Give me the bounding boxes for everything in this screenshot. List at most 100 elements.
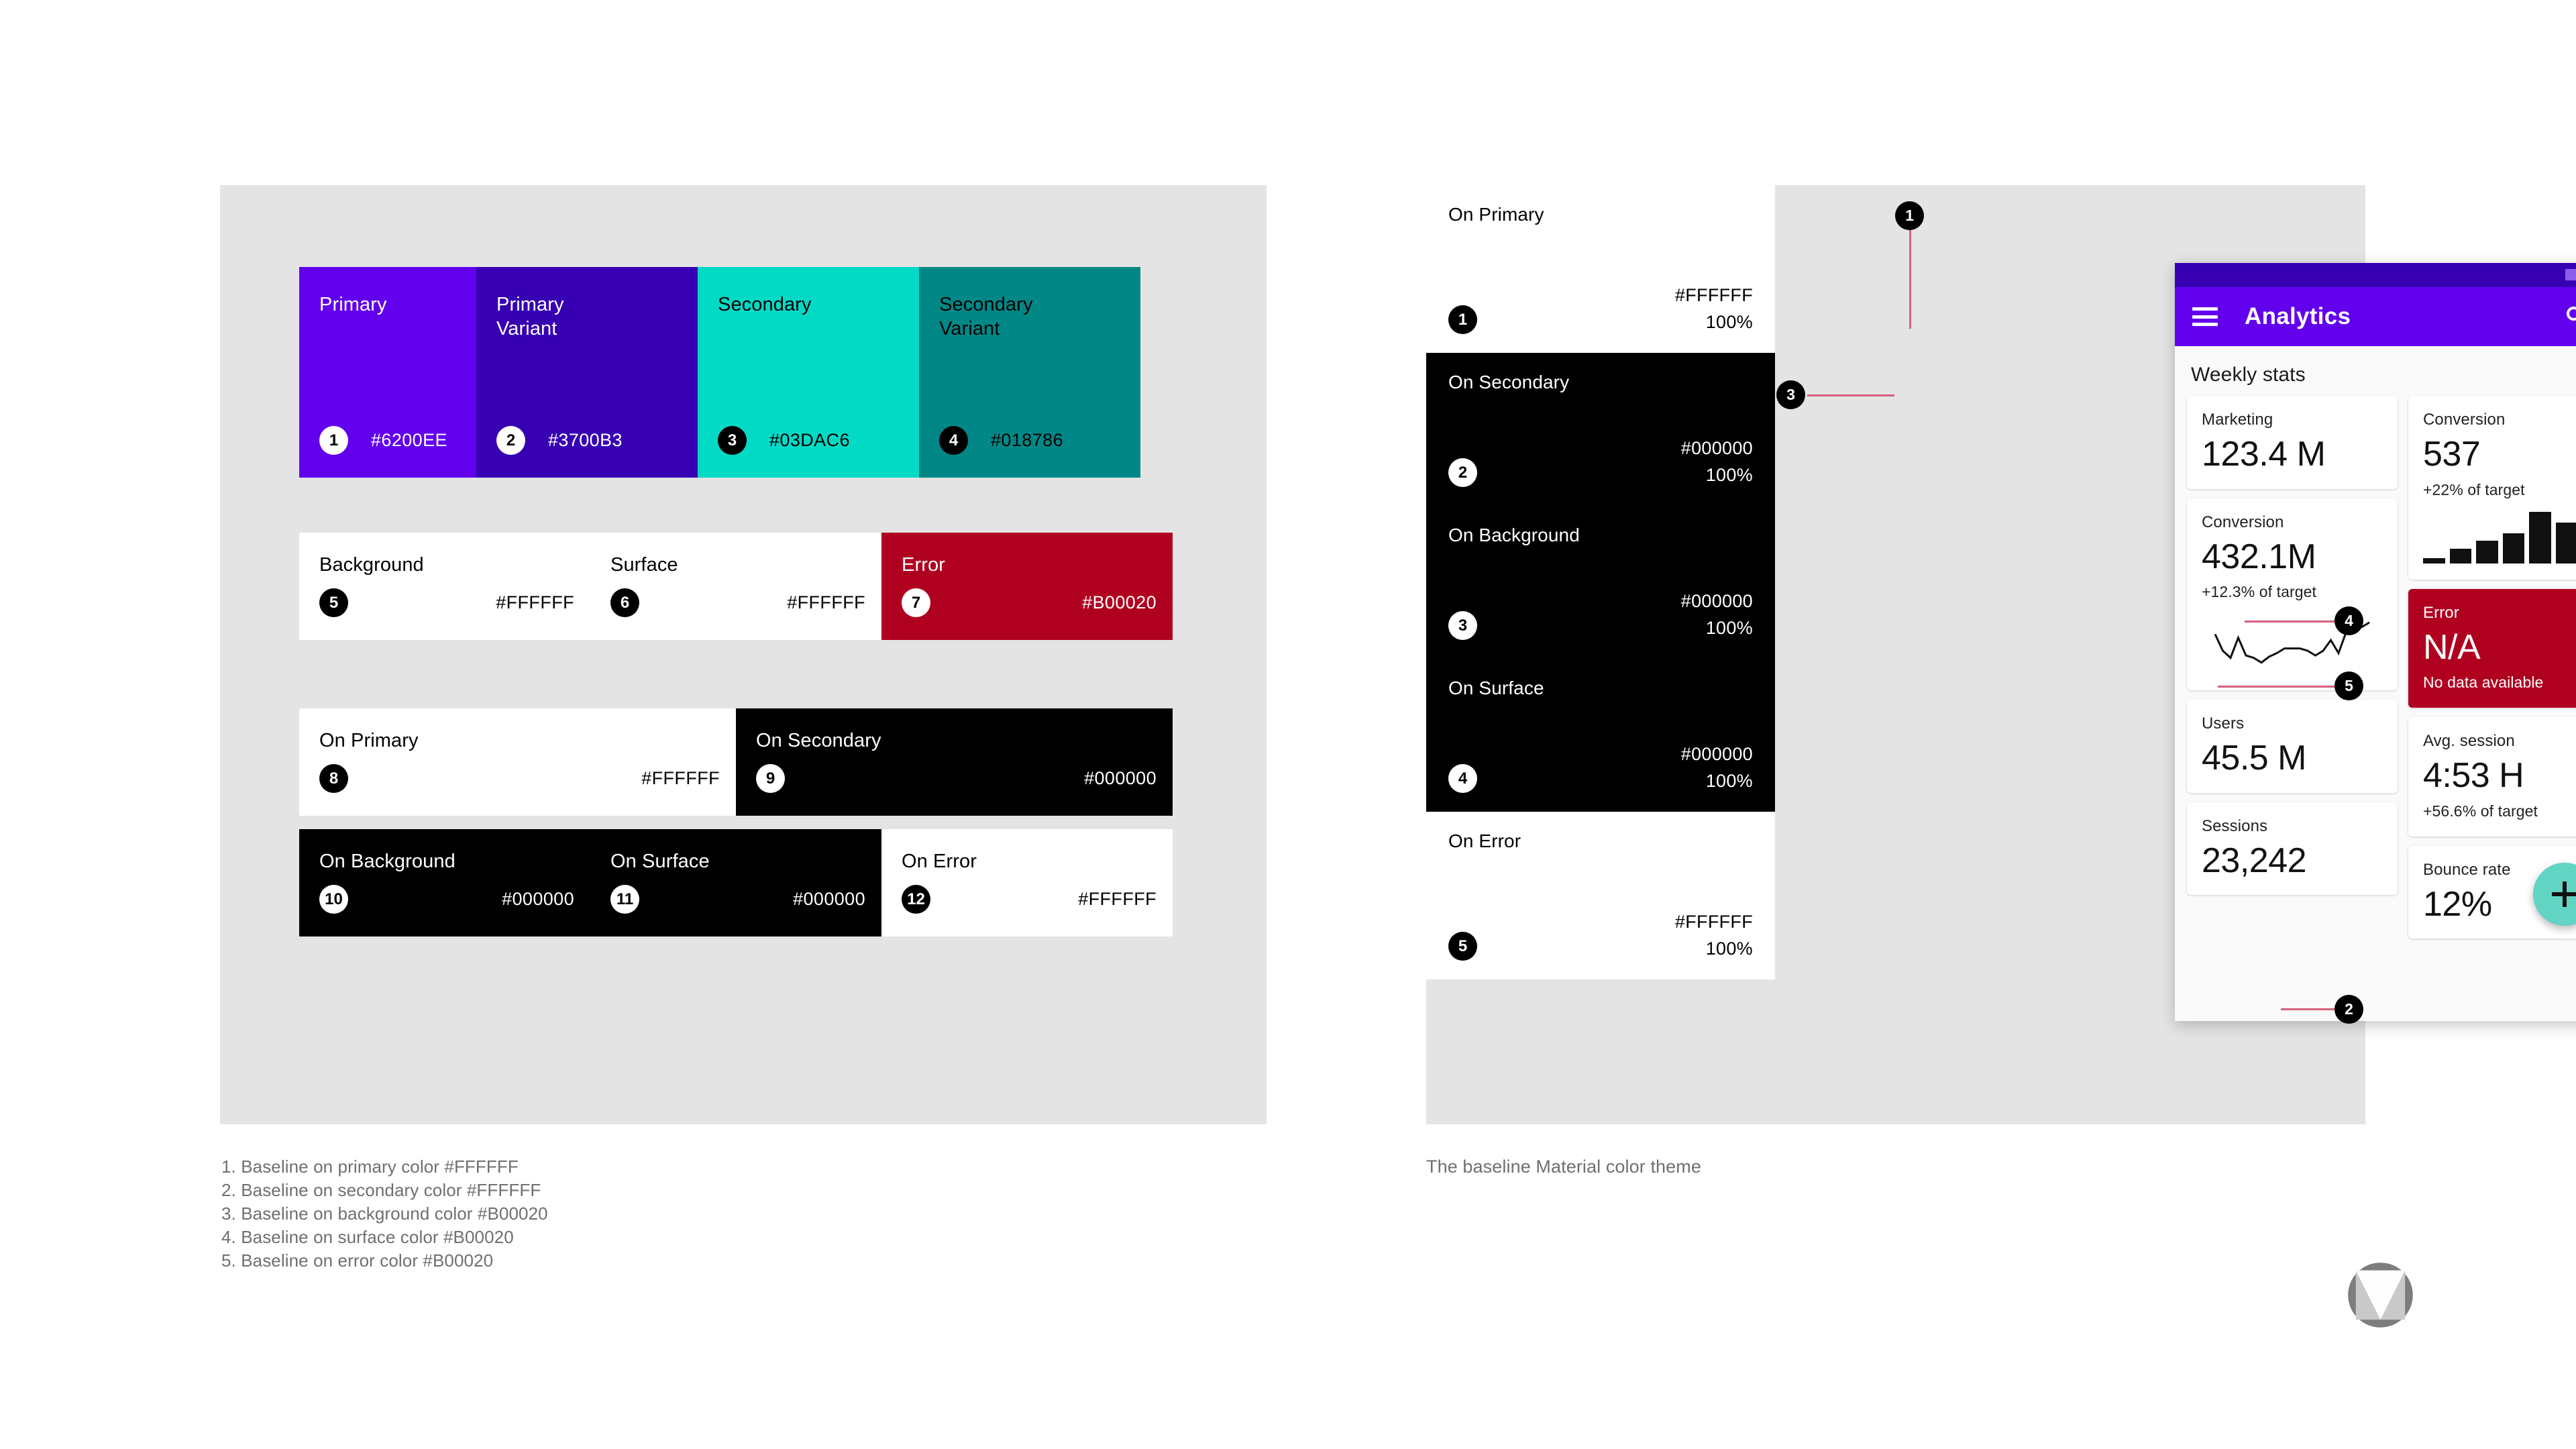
stat-card[interactable]: Conversion 432.1M +12.3% of target xyxy=(2187,498,2398,691)
callout-line-4 xyxy=(2245,621,2344,623)
swatch-hex-value: #6200EE xyxy=(371,430,447,450)
tone-number-wrap: 5 xyxy=(1448,932,1477,961)
callout-dot-4: 4 xyxy=(2334,606,2363,635)
stat-card-label: Conversion xyxy=(2202,513,2284,531)
tone-values: #FFFFFF 100% xyxy=(1675,282,1753,335)
swatch-label: Background xyxy=(319,554,424,576)
swatch-hex-value: #FFFFFF xyxy=(787,592,865,612)
status-bar-icons xyxy=(2565,269,2576,280)
swatch-number-badge: 8 xyxy=(319,764,348,793)
swatch-label: On Background xyxy=(319,851,455,872)
stat-card[interactable]: Marketing 123.4 M xyxy=(2187,396,2398,489)
swatch-footer: 10 #000000 xyxy=(319,885,574,914)
swatch-footer: 11 #000000 xyxy=(610,885,865,914)
stat-card[interactable]: Users 45.5 M xyxy=(2187,700,2398,793)
tone-number-badge: 3 xyxy=(1448,611,1477,640)
stats-card-grid: Marketing 123.4 M Conversion 432.1M +12.3% o… xyxy=(2187,396,2576,939)
tone-values: #000000 100% xyxy=(1681,435,1753,488)
hamburger-icon[interactable] xyxy=(2192,307,2218,326)
swatch-label: Surface xyxy=(610,554,678,576)
color-swatch: Primary 1 #6200EE xyxy=(299,267,476,478)
swatch-label: On Error xyxy=(902,851,977,872)
right-panel-caption: The baseline Material color theme xyxy=(1426,1157,1702,1177)
tone-number-wrap: 2 xyxy=(1448,458,1477,487)
swatch-row-on-color-1: On Primary 8 #FFFFFF On Secondary 9 #000000 xyxy=(299,708,1173,816)
app-bar-title: Analytics xyxy=(2245,303,2351,329)
tone-label: On Error xyxy=(1448,830,1521,851)
swatch-hex-value: #000000 xyxy=(793,889,865,909)
swatch-footer: 2 #3700B3 xyxy=(496,426,682,455)
stat-card-label: Sessions xyxy=(2202,816,2268,835)
swatch-number-badge: 11 xyxy=(610,885,639,914)
tone-opacity-value: 100% xyxy=(1705,938,1753,959)
stats-column-left: Marketing 123.4 M Conversion 432.1M +12.3% o… xyxy=(2187,396,2398,938)
tone-number-wrap: 4 xyxy=(1448,764,1477,793)
color-swatch: Primary Variant 2 #3700B3 xyxy=(476,267,698,478)
swatch-label: Primary Variant xyxy=(496,294,564,339)
tone-column: On Primary #FFFFFF 100% 1 On Secondary #00000… xyxy=(1426,185,1775,1124)
swatch-label: Primary xyxy=(319,294,387,315)
tone-opacity-value: 100% xyxy=(1705,465,1753,485)
bar xyxy=(2449,548,2472,564)
swatch-label: On Primary xyxy=(319,730,419,751)
conversion-bar-chart xyxy=(2423,511,2576,564)
tone-values: #000000 100% xyxy=(1681,741,1753,794)
swatch-row-primary: Primary 1 #6200EE Primary Variant 2 #3700B3 Se… xyxy=(299,267,1140,478)
swatch-footer: 12 #FFFFFF xyxy=(902,885,1157,914)
bar xyxy=(2502,533,2525,564)
tone-swatch: On Surface #000000 100% 4 xyxy=(1426,659,1775,812)
callout-line-5 xyxy=(2218,686,2344,688)
weekly-stats-heading: Weekly stats xyxy=(2191,364,2306,386)
callout-line-3 xyxy=(1807,394,1894,396)
tone-values: #FFFFFF 100% xyxy=(1675,908,1753,962)
color-swatch: Error 7 #B00020 xyxy=(881,533,1173,640)
page-root: Primary 1 #6200EE Primary Variant 2 #3700B3 Se… xyxy=(0,0,2576,1449)
color-swatch: Secondary 3 #03DAC6 xyxy=(698,267,919,478)
bar xyxy=(2476,541,2498,564)
material-theme-panel: On Primary #FFFFFF 100% 1 On Secondary #00000… xyxy=(1426,185,2576,1124)
swatch-number-badge: 6 xyxy=(610,588,639,617)
stat-card-value: 432.1M xyxy=(2202,537,2316,576)
callout-dot-2: 2 xyxy=(2334,995,2363,1024)
stat-card-subtext: +22% of target xyxy=(2423,480,2525,498)
color-swatch: On Secondary 9 #000000 xyxy=(736,708,1173,816)
swatch-hex-value: #FFFFFF xyxy=(496,592,574,612)
tone-opacity-value: 100% xyxy=(1705,771,1753,791)
swatch-number-badge: 3 xyxy=(718,426,747,455)
color-swatch: Background 5 #FFFFFF xyxy=(299,533,590,640)
stat-card-value: 23,242 xyxy=(2202,841,2307,880)
search-button[interactable] xyxy=(2565,305,2576,328)
callout-line-1 xyxy=(1909,221,1911,329)
stat-card-value: 123.4 M xyxy=(2202,435,2326,474)
swatch-hex-value: #03DAC6 xyxy=(769,430,850,450)
stats-column-right: Conversion 537 +22% of target !ErrorN/ANo d… xyxy=(2408,396,2576,939)
swatch-label: On Secondary xyxy=(756,730,881,751)
left-panel-caption: 1. Baseline on primary color #FFFFFF 2. B… xyxy=(221,1155,548,1273)
swatch-hex-value: #B00020 xyxy=(1082,592,1157,612)
color-swatch: On Primary 8 #FFFFFF xyxy=(299,708,736,816)
swatch-footer: 7 #B00020 xyxy=(902,588,1157,617)
stat-card[interactable]: Conversion 537 +22% of target xyxy=(2408,396,2576,580)
tone-opacity-value: 100% xyxy=(1705,312,1753,332)
material-design-logo xyxy=(2348,1263,2413,1328)
stat-card-value: 537 xyxy=(2423,435,2481,474)
stat-card[interactable]: Avg. session 4:53 H +56.6% of target xyxy=(2408,717,2576,837)
tone-hex-value: #000000 xyxy=(1680,438,1753,458)
tone-hex-value: #000000 xyxy=(1680,591,1753,611)
swatch-footer: 1 #6200EE xyxy=(319,426,460,455)
swatch-hex-value: #018786 xyxy=(991,430,1063,450)
swatch-footer: 5 #FFFFFF xyxy=(319,588,574,617)
tone-swatch: On Secondary #000000 100% 2 xyxy=(1426,353,1775,506)
swatch-row-on-color-2: On Background 10 #000000 On Surface 11 #00000… xyxy=(299,829,1173,936)
stat-card[interactable]: !ErrorN/ANo data available xyxy=(2408,588,2576,708)
swatch-number-badge: 1 xyxy=(319,426,348,455)
tone-number-badge: 4 xyxy=(1448,764,1477,793)
color-swatch: Surface 6 #FFFFFF xyxy=(590,533,881,640)
stat-card[interactable]: Sessions 23,242 xyxy=(2187,802,2398,896)
swatch-hex-value: #3700B3 xyxy=(548,430,623,450)
swatch-footer: 4 #018786 xyxy=(939,426,1124,455)
stat-card-label: Conversion xyxy=(2423,411,2506,429)
swatch-number-badge: 12 xyxy=(902,885,930,914)
tone-number-wrap: 1 xyxy=(1448,305,1477,334)
swatch-hex-value: #FFFFFF xyxy=(641,768,720,788)
